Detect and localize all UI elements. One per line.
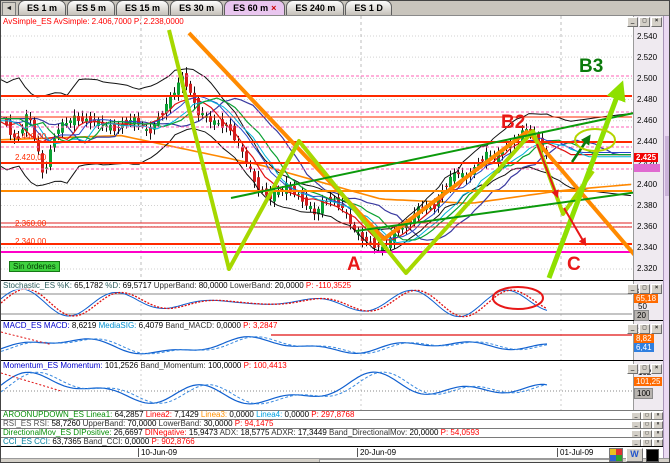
minimize-button[interactable]: _ xyxy=(627,364,638,374)
stochastic-label: Stochastic_ES %K: 65,1782 %D: 69,5717 Up… xyxy=(3,281,352,290)
main-chart-window: AvSimple_ES AvSimple: 2.406,7000 P: 2.23… xyxy=(1,16,670,280)
level-price-label: 2.340,00 xyxy=(15,237,47,246)
aroon-row: AROONUPDOWN_ES Linea1: 64,2857 Linea2: 7… xyxy=(1,410,669,421)
maximize-button[interactable]: □ xyxy=(639,284,650,294)
tab-es-240-m[interactable]: ES 240 m xyxy=(286,1,345,15)
price-tick: 2.540 xyxy=(637,31,658,41)
minimize-button[interactable]: _ xyxy=(627,17,638,27)
horizontal-scrollbar-thumb[interactable] xyxy=(319,459,621,462)
status-icons: W xyxy=(609,448,659,462)
price-tick: 2.400 xyxy=(637,179,658,189)
directional-mov-label: DirectionalMov_ES DIPositive: 26,6697 DI… xyxy=(3,428,480,437)
annotation-b2: B2 xyxy=(501,112,526,133)
close-button[interactable]: × xyxy=(651,17,662,27)
tab-es-1-d[interactable]: ES 1 D xyxy=(345,1,392,15)
close-button[interactable]: × xyxy=(651,324,662,334)
stochastic-panel: Stochastic_ES %K: 65,1782 %D: 69,5717 Up… xyxy=(1,280,669,321)
close-button[interactable]: × xyxy=(651,364,662,374)
level-price-label: 2.420,00 xyxy=(15,153,47,162)
price-tick: 2.520 xyxy=(637,52,658,62)
level-price-label: 2.360,00 xyxy=(15,219,47,228)
macd-signal-badge: 6,41 xyxy=(634,343,654,352)
vertical-scrollbar-track[interactable] xyxy=(663,16,669,458)
chart-pinwheel-icon[interactable] xyxy=(609,448,623,462)
date-tick: 10-Jun-09 xyxy=(138,448,177,457)
minimize-button[interactable]: _ xyxy=(627,284,638,294)
date-tick: 20-Jun-09 xyxy=(357,448,396,457)
vertical-scrollbar-thumb[interactable] xyxy=(665,136,669,196)
minimize-button[interactable]: _ xyxy=(627,324,638,334)
black-square-icon[interactable] xyxy=(646,448,659,462)
time-axis: 10-Jun-09 20-Jun-09 01-Jul-09 xyxy=(1,446,669,458)
annotation-c: C xyxy=(567,254,581,275)
momentum-label: Momentum_ES Momentum: 101,2526 Band_Mome… xyxy=(3,361,287,370)
momentum-value-badge: 101,25 xyxy=(634,377,663,386)
price-tick: 2.320 xyxy=(637,264,658,274)
maximize-button[interactable]: □ xyxy=(639,364,650,374)
maximize-button[interactable]: □ xyxy=(639,324,650,334)
cci-label: CCI_ES CCI: 63,7365 Band_CCI: 0,0000 P: … xyxy=(3,437,195,446)
macd-window-controls: _ □ × xyxy=(627,324,662,334)
price-tick: 2.500 xyxy=(637,73,658,83)
directional-mov-row: DirectionalMov_ES DIPositive: 26,6697 DI… xyxy=(1,428,669,439)
tab-close-icon[interactable]: × xyxy=(271,2,276,14)
price-axis: 2.5402.5202.5002.4802.4602.4402.4202.400… xyxy=(633,16,664,280)
price-tick: 2.460 xyxy=(637,116,658,126)
annotation-b3: B3 xyxy=(579,56,604,77)
tab-es-5-m[interactable]: ES 5 m xyxy=(67,1,116,15)
trading-app-window: ◄ ES 1 m ES 5 m ES 15 m ES 30 m ES 60 m × ES 2… xyxy=(0,0,670,463)
price-tick: 2.340 xyxy=(637,243,658,253)
macd-panel: MACD_ES MACD: 8,6219 MediaSIG: 6,4079 Ba… xyxy=(1,320,669,361)
avsimple-indicator-label: AvSimple_ES AvSimple: 2.406,7000 P: 2.23… xyxy=(3,17,184,26)
annotation-a: A xyxy=(347,254,361,275)
tab-strip: ES 1 m ES 5 m ES 15 m ES 30 m ES 60 m × ES 240… xyxy=(18,1,393,15)
close-button[interactable]: × xyxy=(651,284,662,294)
momentum-panel: Momentum_ES Momentum: 101,2526 Band_Mome… xyxy=(1,360,669,411)
momentum-window-controls: _ □ × xyxy=(627,364,662,374)
chart-tab-bar: ◄ ES 1 m ES 5 m ES 15 m ES 30 m ES 60 m × ES 2… xyxy=(1,1,669,16)
tab-es-30-m[interactable]: ES 30 m xyxy=(170,1,224,15)
stochastic-window-controls: _ □ × xyxy=(627,284,662,294)
price-tick: 2.480 xyxy=(637,95,658,105)
main-chart-window-controls: _ □ × xyxy=(627,17,662,27)
rsi-row: RSI_ES RSI: 58,7260 UpperBand: 70,0000 L… xyxy=(1,419,669,430)
last-price-badge: 2.425 xyxy=(634,153,659,162)
macd-value-badge: 8,82 xyxy=(634,334,654,343)
no-orders-badge[interactable]: Sin órdenes xyxy=(9,261,60,272)
tab-es-60-m[interactable]: ES 60 m × xyxy=(224,1,286,15)
cci-row: CCI_ES CCI: 63,7365 Band_CCI: 0,0000 P: … xyxy=(1,437,669,448)
price-tick: 2.360 xyxy=(637,222,658,232)
date-tick: 01-Jul-09 xyxy=(557,448,593,457)
momentum-band-badge: 100 xyxy=(634,388,654,399)
visualchart-logo-icon[interactable]: W xyxy=(626,448,643,462)
macd-label: MACD_ES MACD: 8,6219 MediaSIG: 6,4079 Ba… xyxy=(3,321,278,330)
tab-es-1-m[interactable]: ES 1 m xyxy=(18,1,67,15)
maximize-button[interactable]: □ xyxy=(639,17,650,27)
price-tick: 2.380 xyxy=(637,200,658,210)
tab-es-15-m[interactable]: ES 15 m xyxy=(116,1,170,15)
magenta-level-badge xyxy=(634,164,660,172)
rsi-label: RSI_ES RSI: 58,7260 UpperBand: 70,0000 L… xyxy=(3,419,274,428)
price-tick: 2.440 xyxy=(637,137,658,147)
level-price-label: 2.440,00 xyxy=(15,132,47,141)
stoch-band-badge: 20 xyxy=(634,310,649,321)
main-price-plot[interactable] xyxy=(1,16,670,280)
tab-scroll-left-button[interactable]: ◄ xyxy=(2,2,16,16)
aroon-label: AROONUPDOWN_ES Linea1: 64,2857 Linea2: 7… xyxy=(3,410,355,419)
